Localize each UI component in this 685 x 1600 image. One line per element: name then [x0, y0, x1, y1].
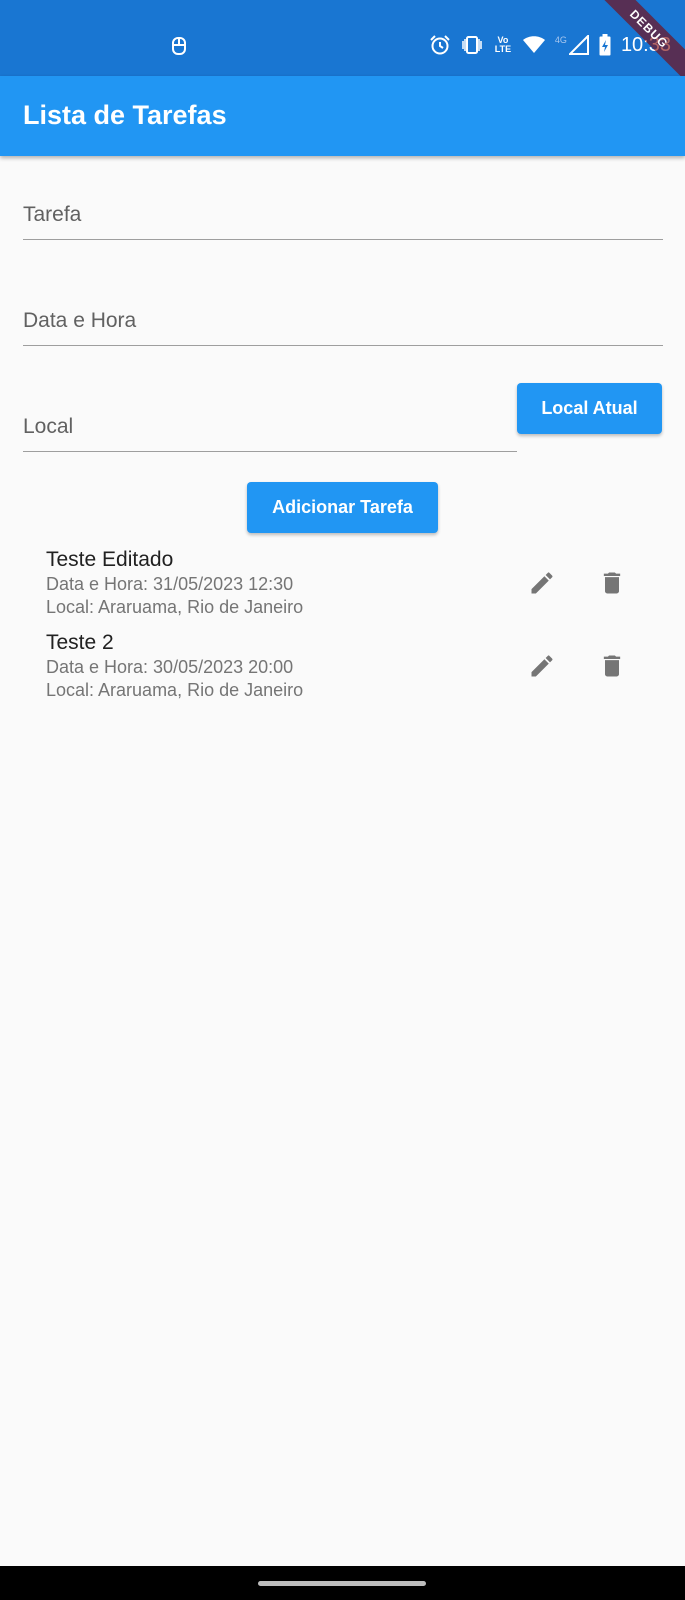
wifi-icon [522, 36, 545, 54]
volte-icon: Vo LTE [494, 35, 512, 54]
alarm-icon [429, 34, 451, 56]
notification-icon [170, 36, 188, 56]
app-bar: Lista de Tarefas [0, 76, 685, 156]
edit-icon[interactable] [522, 563, 562, 603]
vibrate-icon [461, 34, 483, 56]
task-list-item[interactable]: Teste Editado Data e Hora: 31/05/2023 12… [46, 547, 646, 625]
delete-icon[interactable] [592, 563, 632, 603]
local-atual-button[interactable]: Local Atual [517, 383, 662, 434]
data-hora-field[interactable] [23, 276, 663, 346]
task-list-item[interactable]: Teste 2 Data e Hora: 30/05/2023 20:00 Lo… [46, 630, 646, 708]
home-gesture-handle[interactable] [258, 1581, 426, 1586]
delete-icon[interactable] [592, 646, 632, 686]
page-title: Lista de Tarefas [23, 100, 227, 130]
tarefa-field[interactable] [23, 170, 663, 240]
local-input[interactable] [23, 382, 517, 451]
status-bar: Vo LTE 4G 10:33 [0, 0, 685, 76]
local-field[interactable] [23, 382, 517, 452]
battery-charging-icon [599, 34, 611, 56]
navigation-bar [0, 1566, 685, 1600]
tarefa-input[interactable] [23, 170, 663, 239]
adicionar-tarefa-button[interactable]: Adicionar Tarefa [247, 482, 438, 533]
edit-icon[interactable] [522, 646, 562, 686]
signal-icon [568, 35, 589, 55]
network-type: 4G [554, 35, 567, 45]
data-hora-input[interactable] [23, 276, 663, 345]
